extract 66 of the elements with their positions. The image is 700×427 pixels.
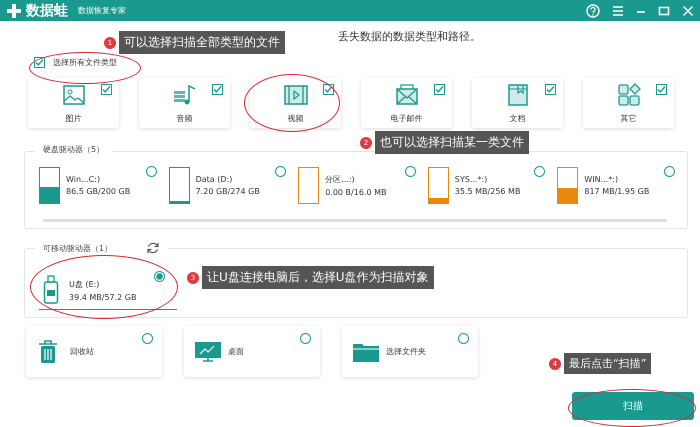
file-type-card[interactable]: 文档 [472,78,563,128]
radio-button[interactable] [142,333,153,344]
annotation-callout: 也可以选择扫描某一类文件 [375,131,529,154]
grid-shapes-icon [616,82,642,108]
section-title: 可移动驱动器（1） [43,242,112,254]
radio-button[interactable] [275,166,286,177]
checkbox[interactable] [434,84,445,95]
checkbox[interactable] [34,56,45,68]
help-icon[interactable] [586,4,600,18]
envelope-icon [394,82,420,108]
location-card[interactable]: 桌面 [184,326,320,377]
drive-name: WIN...*:) [584,174,620,184]
radio-button[interactable] [146,166,157,177]
radio-button[interactable] [534,166,546,177]
drive-size: 86.5 GB/200 GB [66,186,130,196]
app-subtitle: 数据恢复专家 [78,5,126,16]
plus-logo-icon [6,2,22,18]
maximize-icon[interactable] [658,4,670,16]
checkbox[interactable] [545,84,556,95]
annotation-callout: 最后点击“扫描” [564,353,652,374]
file-type-label: 视频 [288,113,304,124]
location-label: 选择文件夹 [386,346,426,357]
radio-button[interactable] [300,333,311,344]
drive-size: 7.20 GB/274 GB [196,186,260,196]
location-card[interactable]: 选择文件夹 [342,326,478,377]
location-card[interactable]: 回收站 [26,326,162,377]
drive-size: 0.00 B/16.0 MB [325,188,386,196]
select-all-label: 选择所有文件类型 [53,56,117,68]
annotation-callout: 让U盘连接电脑后，选择U盘作为扫描对象 [202,266,434,289]
radio-button[interactable] [664,166,675,177]
file-type-card[interactable]: 图片 [28,78,119,128]
app-logo: 数据蛙 [26,2,68,20]
drive-name: Data (D:) [196,174,234,184]
instruction-text: 丢失数据的数据类型和路径。 [338,28,481,44]
location-label: 回收站 [70,346,94,357]
location-label: 桌面 [228,346,244,357]
drive-name: U盘 (E:) [69,278,100,290]
file-type-label: 图片 [66,113,82,124]
scrollbar[interactable] [43,219,667,222]
menu-icon[interactable] [612,4,624,16]
file-type-label: 文档 [510,113,526,124]
checkbox[interactable] [101,84,112,95]
drive-size: 35.5 MB/256 MB [454,186,520,196]
checkbox[interactable] [212,84,223,95]
radio-button[interactable] [404,166,416,177]
section-title: 硬盘驱动器（5） [43,144,104,155]
file-type-label: 电子邮件 [390,113,422,124]
close-icon[interactable] [682,4,694,16]
annotation-callout: 可以选择扫描全部类型的文件 [119,31,285,54]
drive-size: 39.4 MB/57.2 GB [69,292,136,302]
file-type-card[interactable]: 音频 [139,78,230,128]
drive-name: SYS...*:) [454,174,488,184]
file-type-card[interactable]: 视频 [250,78,341,128]
drive-size: 817 MB/1.95 GB [584,186,650,196]
checkbox[interactable] [656,84,667,95]
checkbox[interactable] [323,84,334,95]
drive-name: 分区...:) [325,174,356,184]
file-type-card[interactable]: 电子邮件 [361,78,452,128]
radio-button[interactable] [154,271,165,282]
radio-button[interactable] [458,333,469,344]
refresh-icon[interactable] [146,241,160,255]
file-type-card[interactable]: 其它 [583,78,674,128]
drive-name: Win...C:) [66,174,102,184]
usb-drive-icon [43,275,59,305]
file-type-label: 音频 [176,113,192,124]
file-type-label: 其它 [620,113,636,124]
